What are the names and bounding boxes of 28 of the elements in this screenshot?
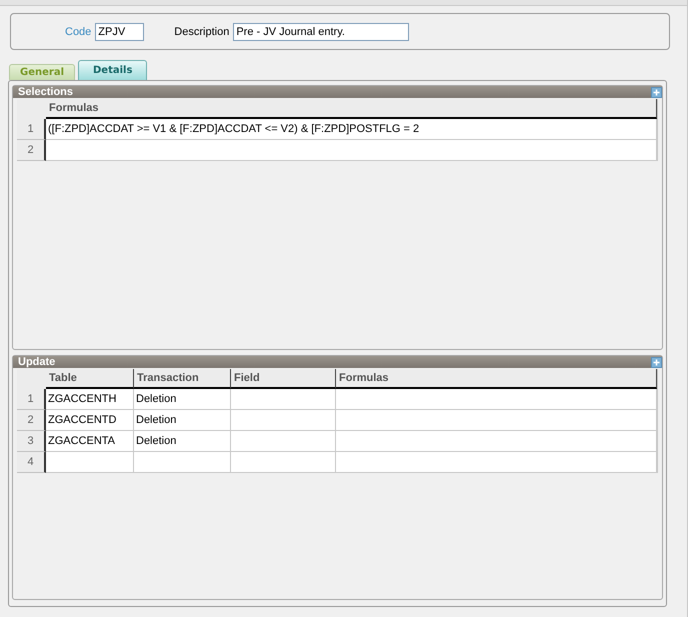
row-number[interactable]: 2 [17,410,46,431]
row-number[interactable]: 1 [17,389,46,410]
expand-icon[interactable] [651,86,662,98]
code-field[interactable]: ZPJV [95,22,144,40]
section-title: Update [18,356,56,368]
table-cell: Deletion [134,410,231,431]
description-field[interactable]: Pre - JV Journal entry. [233,22,410,40]
expand-icon[interactable] [651,356,662,368]
table-cell: ZGACCENTD [46,410,134,431]
table-cell: Deletion [134,389,231,410]
row-number[interactable]: 3 [17,431,46,452]
row-number[interactable]: 1 [17,119,46,140]
row-number[interactable]: 4 [17,452,46,473]
code-label: Code [65,26,92,38]
column-header[interactable]: Field [231,369,336,389]
column-header[interactable]: Formulas [336,369,657,389]
tab[interactable]: General [9,64,75,80]
table-cell: ([F:ZPD]ACCDAT >= V1 & [F:ZPD]ACCDAT <= V2) & [F:ZPD]POSTFLG = 2 [46,119,657,140]
column-header[interactable]: Transaction [134,369,231,389]
row-number[interactable]: 2 [17,140,46,161]
section-title: Selections [18,86,74,98]
tab[interactable]: Details [78,60,148,80]
table-cell: ZGACCENTA [46,431,134,452]
description-label: Description [174,26,230,38]
table-cell: ZGACCENTH [46,389,134,410]
column-header[interactable]: Table [46,369,134,389]
table-cell: Deletion [134,431,231,452]
column-header[interactable]: Formulas [46,99,657,119]
